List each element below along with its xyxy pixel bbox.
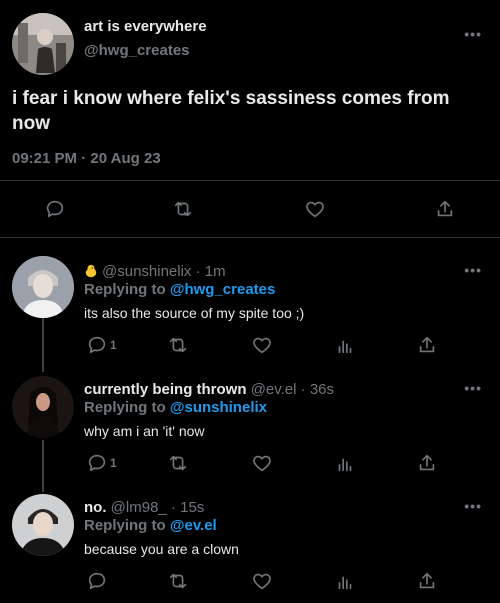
user-handle[interactable]: @lm98_ xyxy=(111,499,167,516)
avatar[interactable] xyxy=(12,256,74,318)
analytics-button[interactable] xyxy=(334,334,356,356)
like-button[interactable] xyxy=(251,570,273,592)
replying-to: Replying to @sunshinelix xyxy=(84,399,267,416)
share-icon xyxy=(419,572,435,589)
reply-icon xyxy=(88,572,106,590)
user-handle[interactable]: @hwg_creates xyxy=(84,42,190,59)
tweet-timestamp[interactable]: 09:21 PM · 20 Aug 23 xyxy=(12,150,161,167)
share-icon xyxy=(437,200,453,217)
user-handle[interactable]: @ev.el xyxy=(251,381,297,398)
avatar[interactable] xyxy=(12,13,74,75)
retweet-icon xyxy=(169,337,187,353)
heart-icon xyxy=(253,337,271,354)
reply-time[interactable]: · 15s xyxy=(171,499,204,516)
analytics-icon xyxy=(338,458,352,472)
display-name[interactable]: currently being thrown xyxy=(84,381,247,398)
share-button[interactable] xyxy=(434,198,456,220)
more-options-icon[interactable]: ••• xyxy=(464,498,482,514)
replying-label: Replying to xyxy=(84,517,170,534)
mention-link[interactable]: @sunshinelix xyxy=(170,399,267,416)
analytics-icon xyxy=(338,576,352,590)
divider xyxy=(0,180,500,181)
replying-to: Replying to @ev.el xyxy=(84,517,217,534)
reply-button[interactable] xyxy=(44,198,66,220)
more-options-icon[interactable]: ••• xyxy=(464,380,482,396)
avatar[interactable] xyxy=(12,376,74,438)
main-tweet: art is everywhere @hwg_creates ••• i fea… xyxy=(0,0,500,238)
retweet-button[interactable] xyxy=(167,452,189,474)
like-button[interactable] xyxy=(251,334,273,356)
reply-count: 1 xyxy=(110,338,117,352)
reply-text: because you are a clown xyxy=(84,541,239,557)
retweet-button[interactable] xyxy=(172,198,194,220)
more-options-icon[interactable]: ••• xyxy=(464,26,482,42)
reply-icon xyxy=(46,200,64,218)
thread-line xyxy=(42,318,44,372)
heart-icon xyxy=(253,573,271,590)
reply-header: currently being thrown @ev.el · 36s xyxy=(84,381,334,398)
retweet-icon xyxy=(169,455,187,471)
retweet-button[interactable] xyxy=(167,570,189,592)
share-icon xyxy=(419,336,435,353)
share-button[interactable] xyxy=(416,452,438,474)
avatar[interactable] xyxy=(12,494,74,556)
tweet-text: i fear i know where felix's sassiness co… xyxy=(12,88,450,134)
display-name[interactable]: no. xyxy=(84,499,107,516)
mention-link[interactable]: @hwg_creates xyxy=(170,281,276,298)
retweet-button[interactable] xyxy=(167,334,189,356)
reply-button[interactable] xyxy=(86,570,108,592)
reply-icon xyxy=(88,336,106,354)
reply-text: why am i an 'it' now xyxy=(84,423,205,439)
reply-button[interactable]: 1 xyxy=(86,334,117,356)
reply-icon xyxy=(88,454,106,472)
reply-time[interactable]: · 36s xyxy=(301,381,334,398)
share-icon xyxy=(419,454,435,471)
reply-header: @sunshinelix · 1m xyxy=(84,263,226,280)
analytics-button[interactable] xyxy=(334,452,356,474)
reply-header: no. @lm98_ · 15s xyxy=(84,499,204,516)
reply-count: 1 xyxy=(110,456,117,470)
mention-link[interactable]: @ev.el xyxy=(170,517,217,534)
more-options-icon[interactable]: ••• xyxy=(464,262,482,278)
analytics-icon xyxy=(338,340,352,354)
chick-icon xyxy=(85,264,97,278)
reply-button[interactable]: 1 xyxy=(86,452,117,474)
replying-label: Replying to xyxy=(84,281,170,298)
reply-text: its also the source of my spite too ;) xyxy=(84,305,305,321)
heart-icon xyxy=(306,201,324,218)
like-button[interactable] xyxy=(304,198,326,220)
display-name[interactable]: art is everywhere xyxy=(84,18,207,35)
divider xyxy=(0,237,500,238)
reply-time[interactable]: · 1m xyxy=(196,263,226,280)
retweet-icon xyxy=(169,573,187,589)
user-handle[interactable]: @sunshinelix xyxy=(102,263,191,280)
thread-line xyxy=(42,440,44,492)
analytics-button[interactable] xyxy=(334,570,356,592)
share-button[interactable] xyxy=(416,570,438,592)
retweet-icon xyxy=(174,201,192,217)
like-button[interactable] xyxy=(251,452,273,474)
share-button[interactable] xyxy=(416,334,438,356)
replying-to: Replying to @hwg_creates xyxy=(84,281,275,298)
replying-label: Replying to xyxy=(84,399,170,416)
heart-icon xyxy=(253,455,271,472)
